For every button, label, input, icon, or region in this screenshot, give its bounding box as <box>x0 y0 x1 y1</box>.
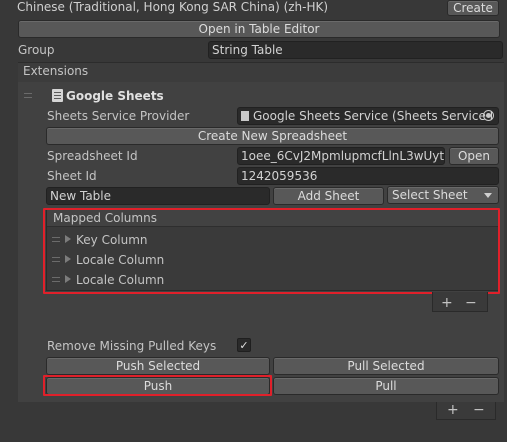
new-table-name-field[interactable]: New Table <box>46 187 270 205</box>
google-sheets-title: Google Sheets <box>66 89 164 103</box>
remove-missing-checkbox[interactable]: ✓ <box>237 338 251 352</box>
extensions-title: Extensions <box>23 64 89 78</box>
remove-extension-button[interactable]: − <box>473 403 485 417</box>
remove-column-button[interactable]: − <box>465 296 477 310</box>
extensions-footer <box>436 402 496 420</box>
remove-missing-label: Remove Missing Pulled Keys <box>47 339 217 353</box>
spreadsheet-id-field[interactable]: 1oee_6CvJ2MpmlupmcfLlnL3wUytm <box>237 147 445 165</box>
provider-field[interactable]: Google Sheets Service (Sheets Service I <box>237 107 499 125</box>
spreadsheet-id-label: Spreadsheet Id <box>47 149 138 163</box>
push-selected-button[interactable]: Push Selected <box>46 357 270 375</box>
add-sheet-button[interactable]: Add Sheet <box>273 187 384 205</box>
sheet-id-field[interactable]: 1242059536 <box>237 167 499 185</box>
mapped-columns-highlight <box>43 208 500 294</box>
open-table-editor-button[interactable]: Open in Table Editor <box>18 20 500 38</box>
sheets-document-icon <box>52 89 63 102</box>
push-highlight <box>43 375 272 396</box>
provider-value: Google Sheets Service (Sheets Service I <box>253 109 494 123</box>
select-sheet-dropdown[interactable]: Select Sheet <box>387 186 499 204</box>
locale-label: Chinese (Traditional, Hong Kong SAR Chin… <box>17 0 329 14</box>
provider-label: Sheets Service Provider <box>47 109 190 123</box>
object-picker-icon[interactable] <box>483 110 494 121</box>
add-extension-button[interactable]: + <box>447 403 459 417</box>
checkmark-icon: ✓ <box>239 339 249 352</box>
create-spreadsheet-button[interactable]: Create New Spreadsheet <box>46 127 499 145</box>
open-spreadsheet-button[interactable]: Open <box>449 147 499 165</box>
create-button[interactable]: Create <box>447 0 499 16</box>
group-label: Group <box>18 43 55 57</box>
group-field[interactable]: String Table <box>208 41 503 59</box>
pull-button[interactable]: Pull <box>273 377 499 395</box>
sheet-id-label: Sheet Id <box>47 169 97 183</box>
drag-handle-icon[interactable] <box>24 93 32 98</box>
provider-doc-icon <box>241 111 249 121</box>
extensions-header <box>18 62 504 82</box>
pull-selected-button[interactable]: Pull Selected <box>273 357 499 375</box>
add-column-button[interactable]: + <box>441 296 453 310</box>
chevron-down-icon <box>484 193 492 198</box>
select-sheet-label: Select Sheet <box>392 188 468 202</box>
